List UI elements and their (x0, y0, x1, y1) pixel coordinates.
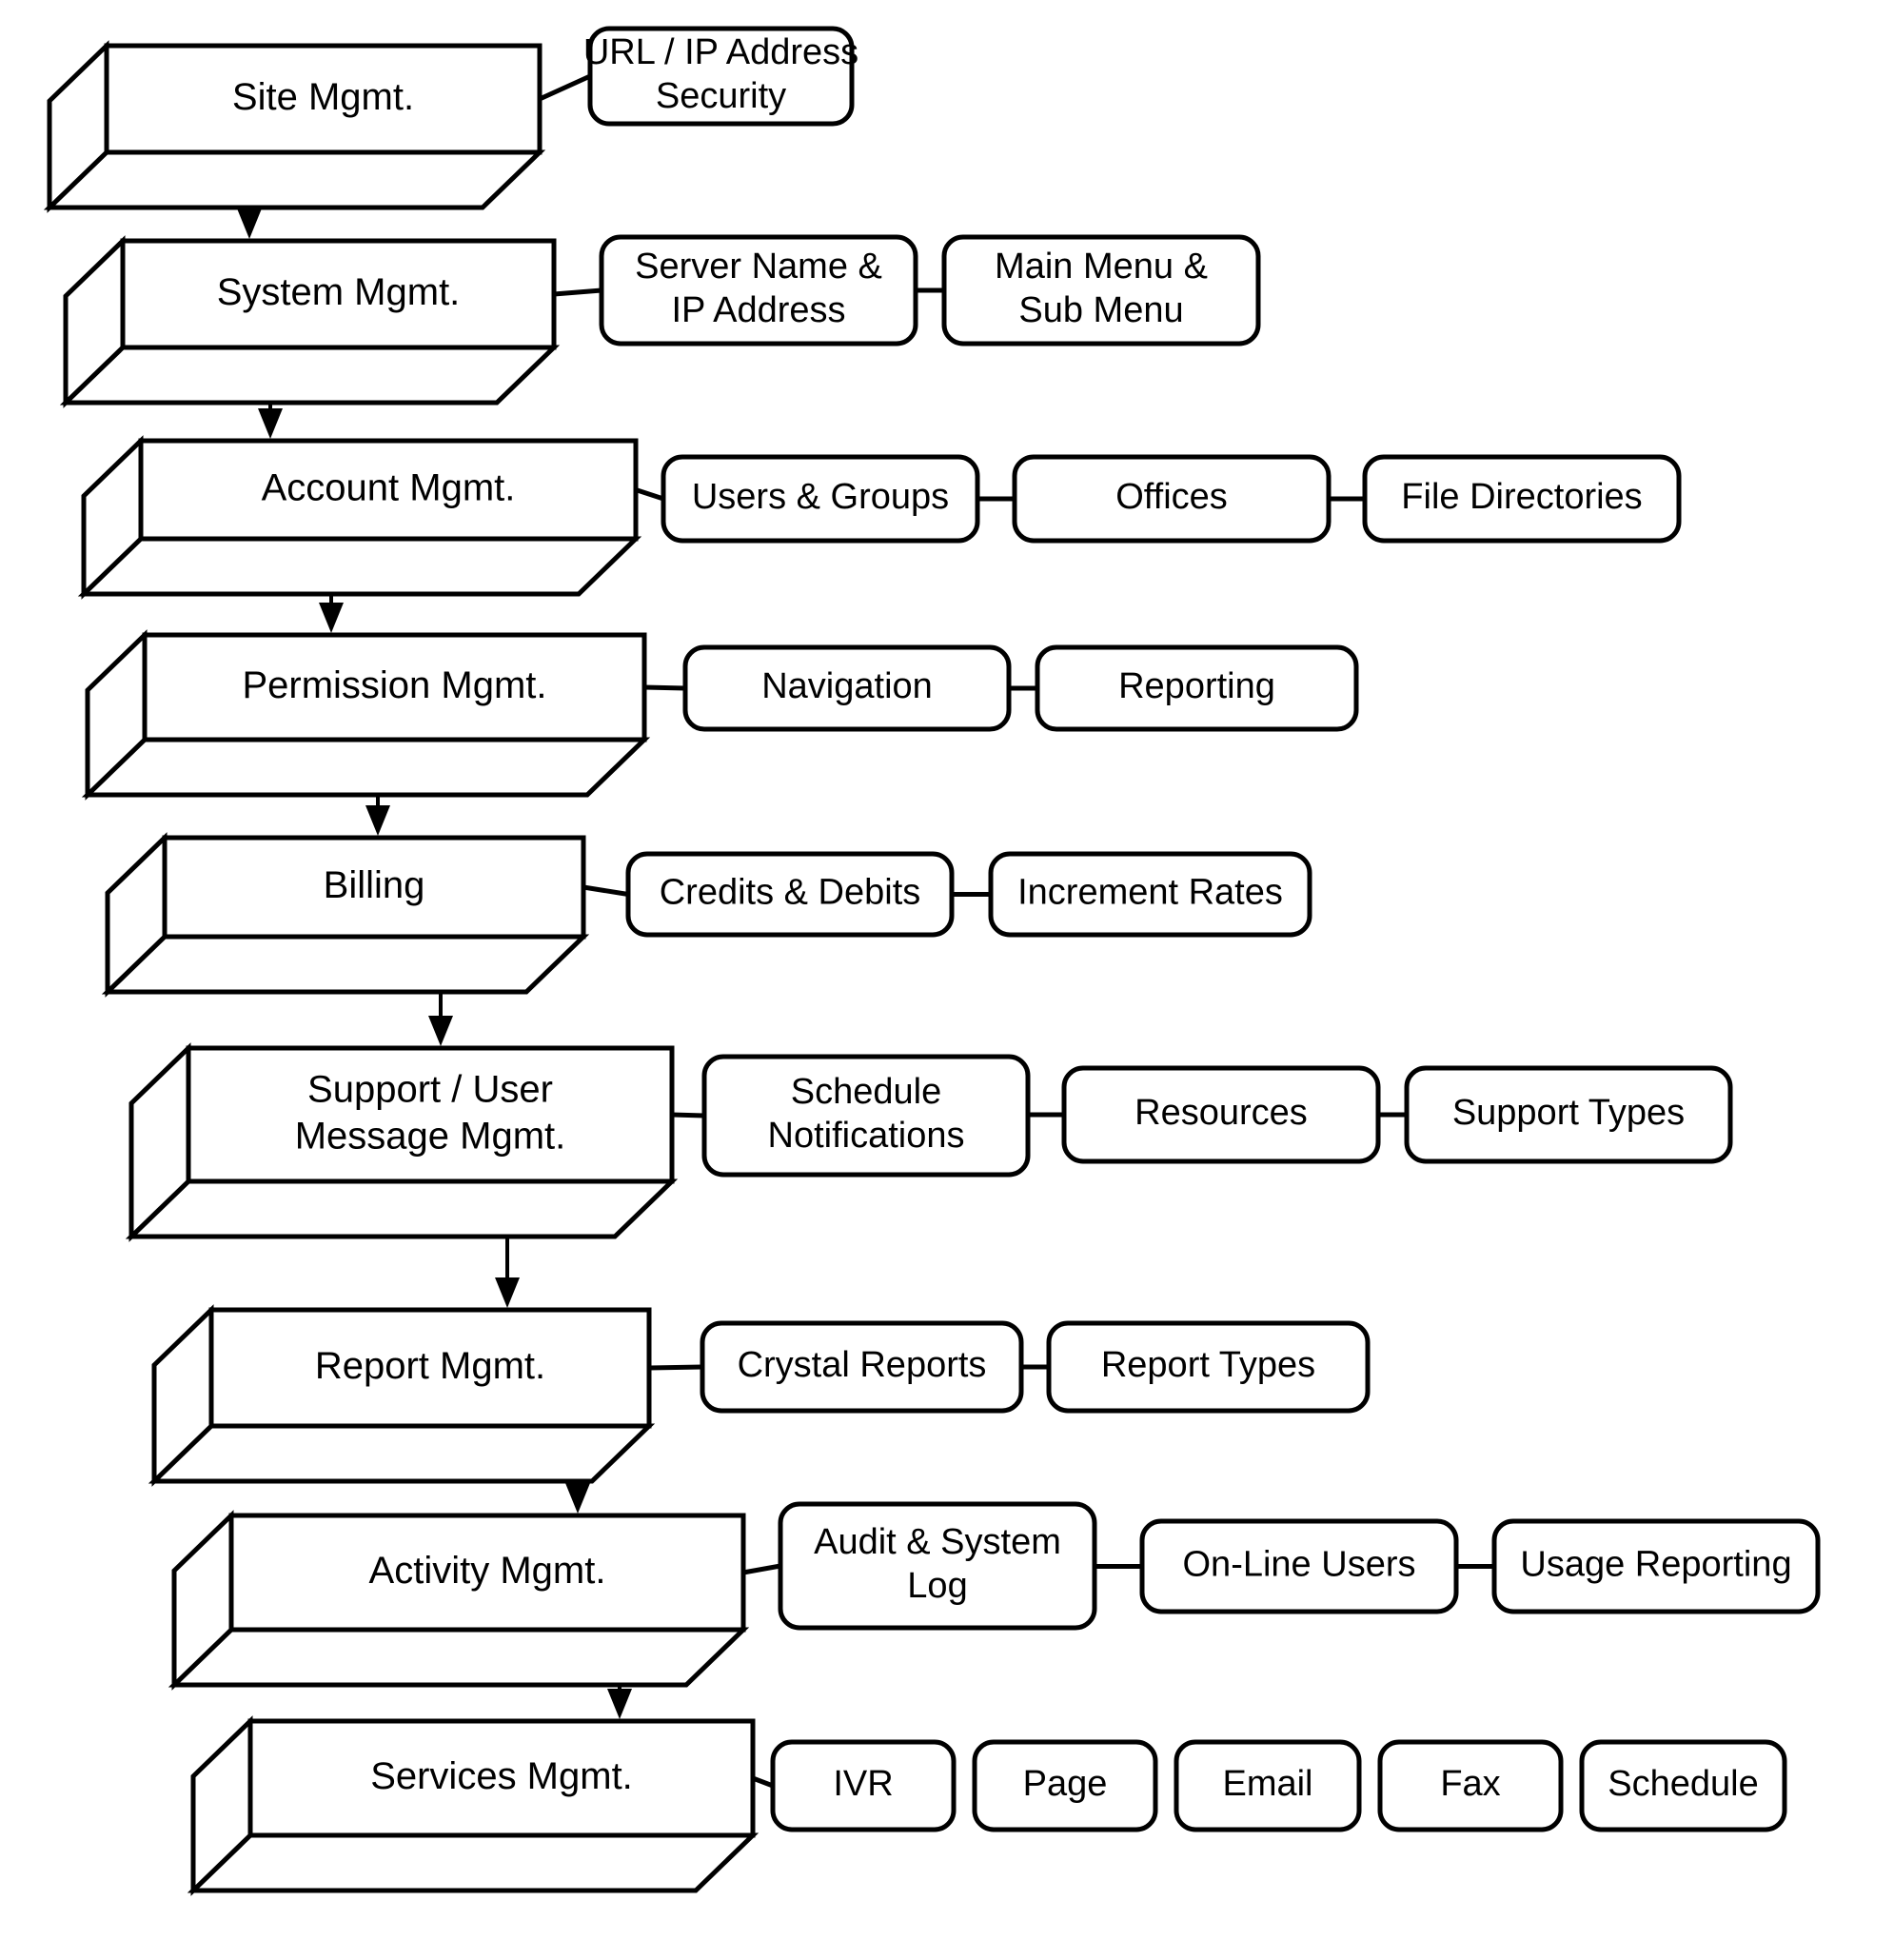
node-site-mgmt[interactable]: Site Mgmt. (43, 40, 546, 213)
sub-node-label-resources: Resources (1134, 1093, 1308, 1133)
node-bottom-face (187, 1832, 760, 1893)
connector-line (742, 1563, 781, 1575)
sub-node-report-types[interactable]: Report Types (1046, 1320, 1371, 1414)
flow-arrow-head (319, 603, 344, 633)
sub-node-credits-debits[interactable]: Credits & Debits (625, 851, 955, 938)
flowchart-diagram: Site Mgmt. System Mgmt. Account Mgmt. Permi… (0, 0, 1894, 1960)
node-bottom-face (101, 934, 590, 995)
node-bottom-face (81, 737, 651, 798)
sub-node-file-directories[interactable]: File Directories (1362, 454, 1682, 544)
flow-arrow-head (428, 1016, 453, 1046)
connector-line (752, 1775, 774, 1789)
sub-node-schedule-notifications[interactable]: Schedule Notifications (701, 1054, 1031, 1178)
node-system-mgmt[interactable]: System Mgmt. (59, 235, 561, 408)
connector-line (648, 1364, 703, 1371)
node-label-billing: Billing (324, 864, 425, 906)
sub-node-label-credits-debits: Credits & Debits (660, 873, 921, 913)
sub-node-label-schedule: Schedule (1608, 1764, 1758, 1804)
sub-node-support-types[interactable]: Support Types (1404, 1065, 1733, 1164)
sub-node-offices[interactable]: Offices (1012, 454, 1332, 544)
sub-node-label-crystal-reports: Crystal Reports (738, 1345, 987, 1385)
sub-node-label-email: Email (1222, 1764, 1312, 1804)
flow-arrow-head (237, 208, 262, 239)
node-label-activity-mgmt: Activity Mgmt. (369, 1550, 606, 1592)
sub-node-ivr[interactable]: IVR (770, 1739, 957, 1832)
sub-node-crystal-reports[interactable]: Crystal Reports (700, 1320, 1024, 1414)
node-bottom-face (148, 1423, 656, 1484)
sub-node-label-offices: Offices (1115, 477, 1228, 517)
node-activity-mgmt[interactable]: Activity Mgmt. (168, 1510, 750, 1691)
sub-node-label-increment-rates: Increment Rates (1017, 873, 1283, 913)
sub-node-label-ivr: IVR (833, 1764, 893, 1804)
node-bottom-face (125, 1178, 679, 1239)
node-support-user-message-mgmt[interactable]: Support / User Message Mgmt. (125, 1042, 679, 1242)
sub-node-label-navigation: Navigation (761, 666, 933, 706)
sub-node-reporting[interactable]: Reporting (1035, 644, 1359, 732)
node-services-mgmt[interactable]: Services Mgmt. (187, 1715, 760, 1896)
flow-arrow-head (495, 1277, 520, 1308)
sub-node-label-file-directories: File Directories (1401, 477, 1642, 517)
connector-line (538, 73, 592, 102)
flow-arrow-head (607, 1689, 632, 1719)
sub-node-label-fax: Fax (1440, 1764, 1500, 1804)
sub-node-label-reporting: Reporting (1118, 666, 1275, 706)
node-bottom-face (59, 345, 561, 406)
sub-node-users-groups[interactable]: Users & Groups (661, 454, 980, 544)
sub-node-schedule[interactable]: Schedule (1579, 1739, 1787, 1832)
sub-nodes-layer: URL / IP Address Security Server Name & IP … (583, 26, 1821, 1832)
node-label-report-mgmt: Report Mgmt. (315, 1345, 545, 1387)
sub-node-on-line-users[interactable]: On-Line Users (1139, 1518, 1459, 1614)
connector-line (671, 1112, 705, 1119)
node-account-mgmt[interactable]: Account Mgmt. (77, 435, 642, 600)
sub-node-main-sub-menu[interactable]: Main Menu & Sub Menu (941, 234, 1261, 346)
sub-node-audit-system-log[interactable]: Audit & System Log (778, 1501, 1097, 1631)
node-bottom-face (43, 149, 546, 210)
node-permission-mgmt[interactable]: Permission Mgmt. (81, 629, 651, 801)
sub-node-label-usage-reporting: Usage Reporting (1520, 1545, 1791, 1585)
node-label-services-mgmt: Services Mgmt. (370, 1755, 633, 1797)
flow-arrow-head (565, 1483, 590, 1514)
sub-node-server-name-ip[interactable]: Server Name & IP Address (599, 234, 918, 346)
sub-node-usage-reporting[interactable]: Usage Reporting (1491, 1518, 1821, 1614)
node-report-mgmt[interactable]: Report Mgmt. (148, 1304, 656, 1487)
flow-arrow-head (258, 408, 283, 439)
diagram-canvas: Site Mgmt. System Mgmt. Account Mgmt. Permi… (43, 26, 1821, 1896)
connector-line (582, 884, 629, 897)
sub-node-label-page: Page (1023, 1764, 1108, 1804)
sub-node-fax[interactable]: Fax (1377, 1739, 1564, 1832)
sub-node-email[interactable]: Email (1174, 1739, 1362, 1832)
node-label-system-mgmt: System Mgmt. (217, 271, 461, 313)
node-label-permission-mgmt: Permission Mgmt. (242, 664, 546, 706)
node-label-site-mgmt: Site Mgmt. (232, 76, 414, 118)
sub-node-navigation[interactable]: Navigation (682, 644, 1012, 732)
sub-node-label-report-types: Report Types (1101, 1345, 1315, 1385)
sub-node-label-on-line-users: On-Line Users (1183, 1545, 1416, 1585)
node-bottom-face (77, 536, 642, 597)
flow-arrow-head (365, 805, 390, 836)
sub-node-resources[interactable]: Resources (1061, 1065, 1381, 1164)
connector-line (635, 487, 664, 502)
connector-line (643, 684, 686, 691)
connector-line (553, 287, 602, 297)
node-bottom-face (168, 1627, 750, 1688)
node-billing[interactable]: Billing (101, 832, 590, 998)
sub-node-page[interactable]: Page (972, 1739, 1158, 1832)
sub-node-increment-rates[interactable]: Increment Rates (988, 851, 1312, 938)
sub-node-label-users-groups: Users & Groups (692, 477, 949, 517)
node-label-account-mgmt: Account Mgmt. (262, 466, 516, 508)
sub-node-url-ip-security[interactable]: URL / IP Address Security (583, 26, 858, 127)
sub-node-label-support-types: Support Types (1452, 1093, 1685, 1133)
